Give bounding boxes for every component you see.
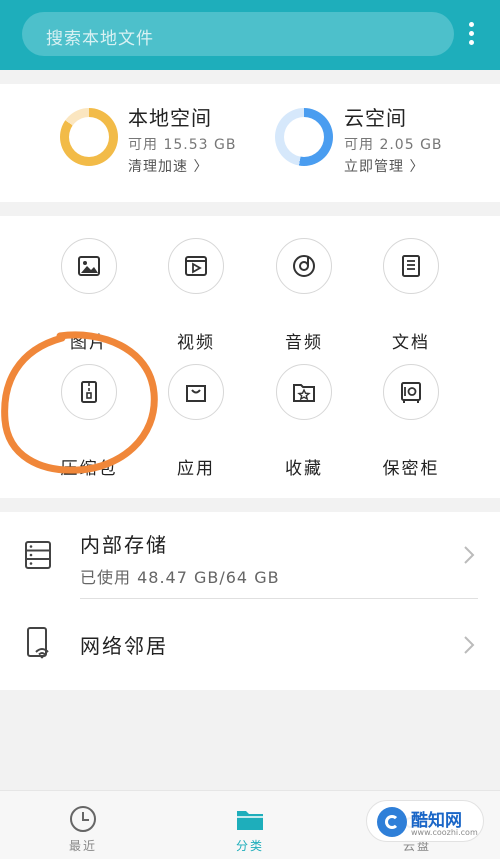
- clock-icon: [70, 806, 96, 832]
- category-label: 压缩包: [60, 459, 118, 479]
- cloud-space-available: 可用 2.05 GB: [344, 137, 443, 153]
- category-label: 保密柜: [382, 459, 440, 479]
- nav-label: 最近: [68, 839, 97, 853]
- favorites-folder-icon: [276, 364, 332, 420]
- network-device-icon: [27, 627, 49, 659]
- chevron-right-icon: [464, 546, 475, 564]
- nav-label: 分类: [235, 839, 264, 853]
- category-audio[interactable]: 音频: [250, 238, 360, 353]
- nav-categories[interactable]: 分类: [200, 791, 300, 859]
- app-bag-icon: [168, 364, 224, 420]
- category-videos[interactable]: 视频: [142, 238, 252, 353]
- manage-now-link[interactable]: 立即管理 〉: [344, 156, 424, 176]
- more-options-icon[interactable]: [463, 22, 479, 50]
- category-label: 音频: [285, 333, 323, 353]
- category-label: 图片: [70, 333, 108, 353]
- top-bar: 搜索本地文件: [0, 0, 500, 70]
- cloud-space-ring-icon[interactable]: [275, 108, 333, 166]
- image-icon: [61, 238, 117, 294]
- search-input[interactable]: 搜索本地文件: [22, 12, 454, 56]
- category-images[interactable]: 图片: [35, 238, 145, 353]
- storage-list: 内部存储 已使用 48.47 GB/64 GB 网络邻居: [0, 512, 500, 690]
- category-documents[interactable]: 文档: [357, 238, 467, 353]
- search-placeholder: 搜索本地文件: [46, 29, 154, 49]
- folder-icon: [237, 811, 263, 830]
- document-icon: [383, 238, 439, 294]
- category-favorites[interactable]: 收藏: [250, 364, 360, 479]
- audio-icon: [276, 238, 332, 294]
- category-label: 收藏: [285, 459, 323, 479]
- local-space-available: 可用 15.53 GB: [128, 137, 237, 153]
- category-label: 视频: [177, 333, 215, 353]
- divider: [80, 598, 478, 599]
- clean-speedup-link[interactable]: 清理加速 〉: [128, 156, 208, 176]
- category-label: 文档: [392, 333, 430, 353]
- coozhi-watermark: 酷知网 www.coozhi.com: [366, 800, 484, 842]
- network-neighborhood-title: 网络邻居: [80, 634, 168, 658]
- category-label: 应用: [177, 459, 215, 479]
- watermark-url: www.coozhi.com: [411, 828, 478, 837]
- category-archives[interactable]: 压缩包: [35, 364, 145, 479]
- video-icon: [168, 238, 224, 294]
- nav-recent[interactable]: 最近: [33, 791, 133, 859]
- internal-storage-title: 内部存储: [80, 533, 168, 557]
- local-space-title[interactable]: 本地空间: [128, 102, 212, 131]
- internal-storage-usage: 已使用 48.47 GB/64 GB: [80, 568, 280, 587]
- network-neighborhood-row[interactable]: 网络邻居: [0, 600, 500, 690]
- local-space-ring-icon[interactable]: [60, 108, 118, 166]
- safe-icon: [383, 364, 439, 420]
- coozhi-logo-icon: [377, 807, 407, 837]
- internal-storage-icon: [25, 541, 51, 569]
- chevron-right-icon: [464, 636, 475, 654]
- archive-icon: [61, 364, 117, 420]
- category-safe[interactable]: 保密柜: [357, 364, 467, 479]
- storage-summary: 本地空间 可用 15.53 GB 清理加速 〉 云空间 可用 2.05 GB 立…: [0, 84, 500, 202]
- category-apps[interactable]: 应用: [142, 364, 252, 479]
- category-grid: 图片 视频 音频 文档 压缩包 应用 收藏 保密柜: [0, 216, 500, 498]
- cloud-space-title[interactable]: 云空间: [344, 102, 407, 131]
- internal-storage-row[interactable]: 内部存储 已使用 48.47 GB/64 GB: [0, 512, 500, 600]
